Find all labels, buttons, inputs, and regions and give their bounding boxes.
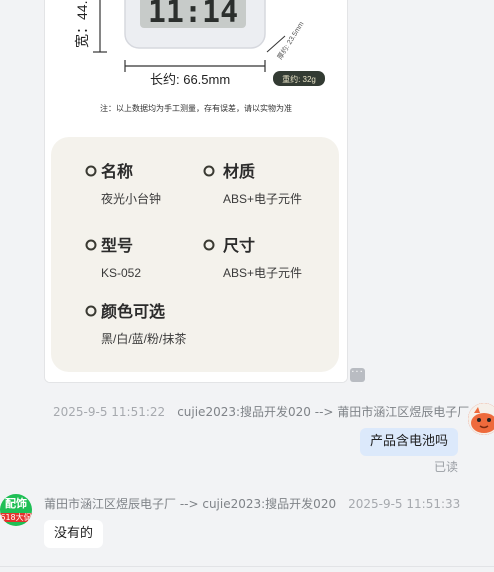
message-meta: 2025-9-5 11:51:22 cujie2023:搜品开发020 --> 莆… — [53, 403, 469, 420]
product-image-message[interactable]: 宽：44. 11:14 厚约: 23.5mm 长约: 66.5mm 重约: 32… — [44, 0, 348, 383]
spec-value-model: KS-052 — [101, 266, 141, 280]
message-time: 2025-9-5 11:51:22 — [53, 405, 166, 419]
cartoon-avatar-icon — [468, 403, 494, 435]
message-bubble[interactable]: 产品含电池吗 — [359, 428, 458, 456]
spec-title-colors: 颜色可选 — [101, 302, 165, 321]
length-label: 长约: 66.5mm — [150, 72, 230, 87]
vertical-dim-label: 宽：44. — [74, 1, 90, 48]
spec-title-material: 材质 — [223, 162, 255, 181]
weight-label: 重约: 32g — [282, 74, 316, 84]
avatar-text-top: 配饰 — [5, 497, 27, 510]
message-time: 2025-9-5 11:51:33 — [348, 497, 461, 511]
disclaimer: 注：以上数据均为手工测量，存有误差，请以实物为准 — [100, 103, 292, 113]
spec-title-model: 型号 — [101, 237, 133, 255]
message-bubble[interactable]: 没有的 — [44, 520, 104, 548]
avatar-text-bottom: 618大促 — [0, 513, 32, 522]
avatar[interactable] — [468, 403, 494, 435]
spec-title-name: 名称 — [101, 162, 133, 181]
more-options-icon[interactable]: ··· — [350, 368, 365, 382]
read-status: 已读 — [434, 460, 459, 474]
clock-digits: 11:14 — [148, 0, 238, 30]
message-from-to: 莆田市涵江区煜辰电子厂 --> cujie2023:搜品开发020 — [44, 497, 337, 511]
spec-value-size: ABS+电子元件 — [223, 266, 302, 280]
spec-title-size: 尺寸 — [223, 236, 255, 255]
spec-value-material: ABS+电子元件 — [223, 192, 302, 206]
avatar[interactable]: 配饰 618大促 — [0, 494, 32, 526]
message-meta: 莆田市涵江区煜辰电子厂 --> cujie2023:搜品开发020 2025-9-… — [44, 495, 460, 512]
message-from-to: cujie2023:搜品开发020 --> 莆田市涵江区煜辰电子厂 — [177, 405, 470, 419]
product-spec-image: 宽：44. 11:14 厚约: 23.5mm 长约: 66.5mm 重约: 32… — [45, 0, 347, 382]
divider — [0, 566, 494, 567]
spec-value-colors: 黑/白/蓝/粉/抹茶 — [101, 331, 186, 346]
spec-value-name: 夜光小台钟 — [101, 191, 161, 206]
